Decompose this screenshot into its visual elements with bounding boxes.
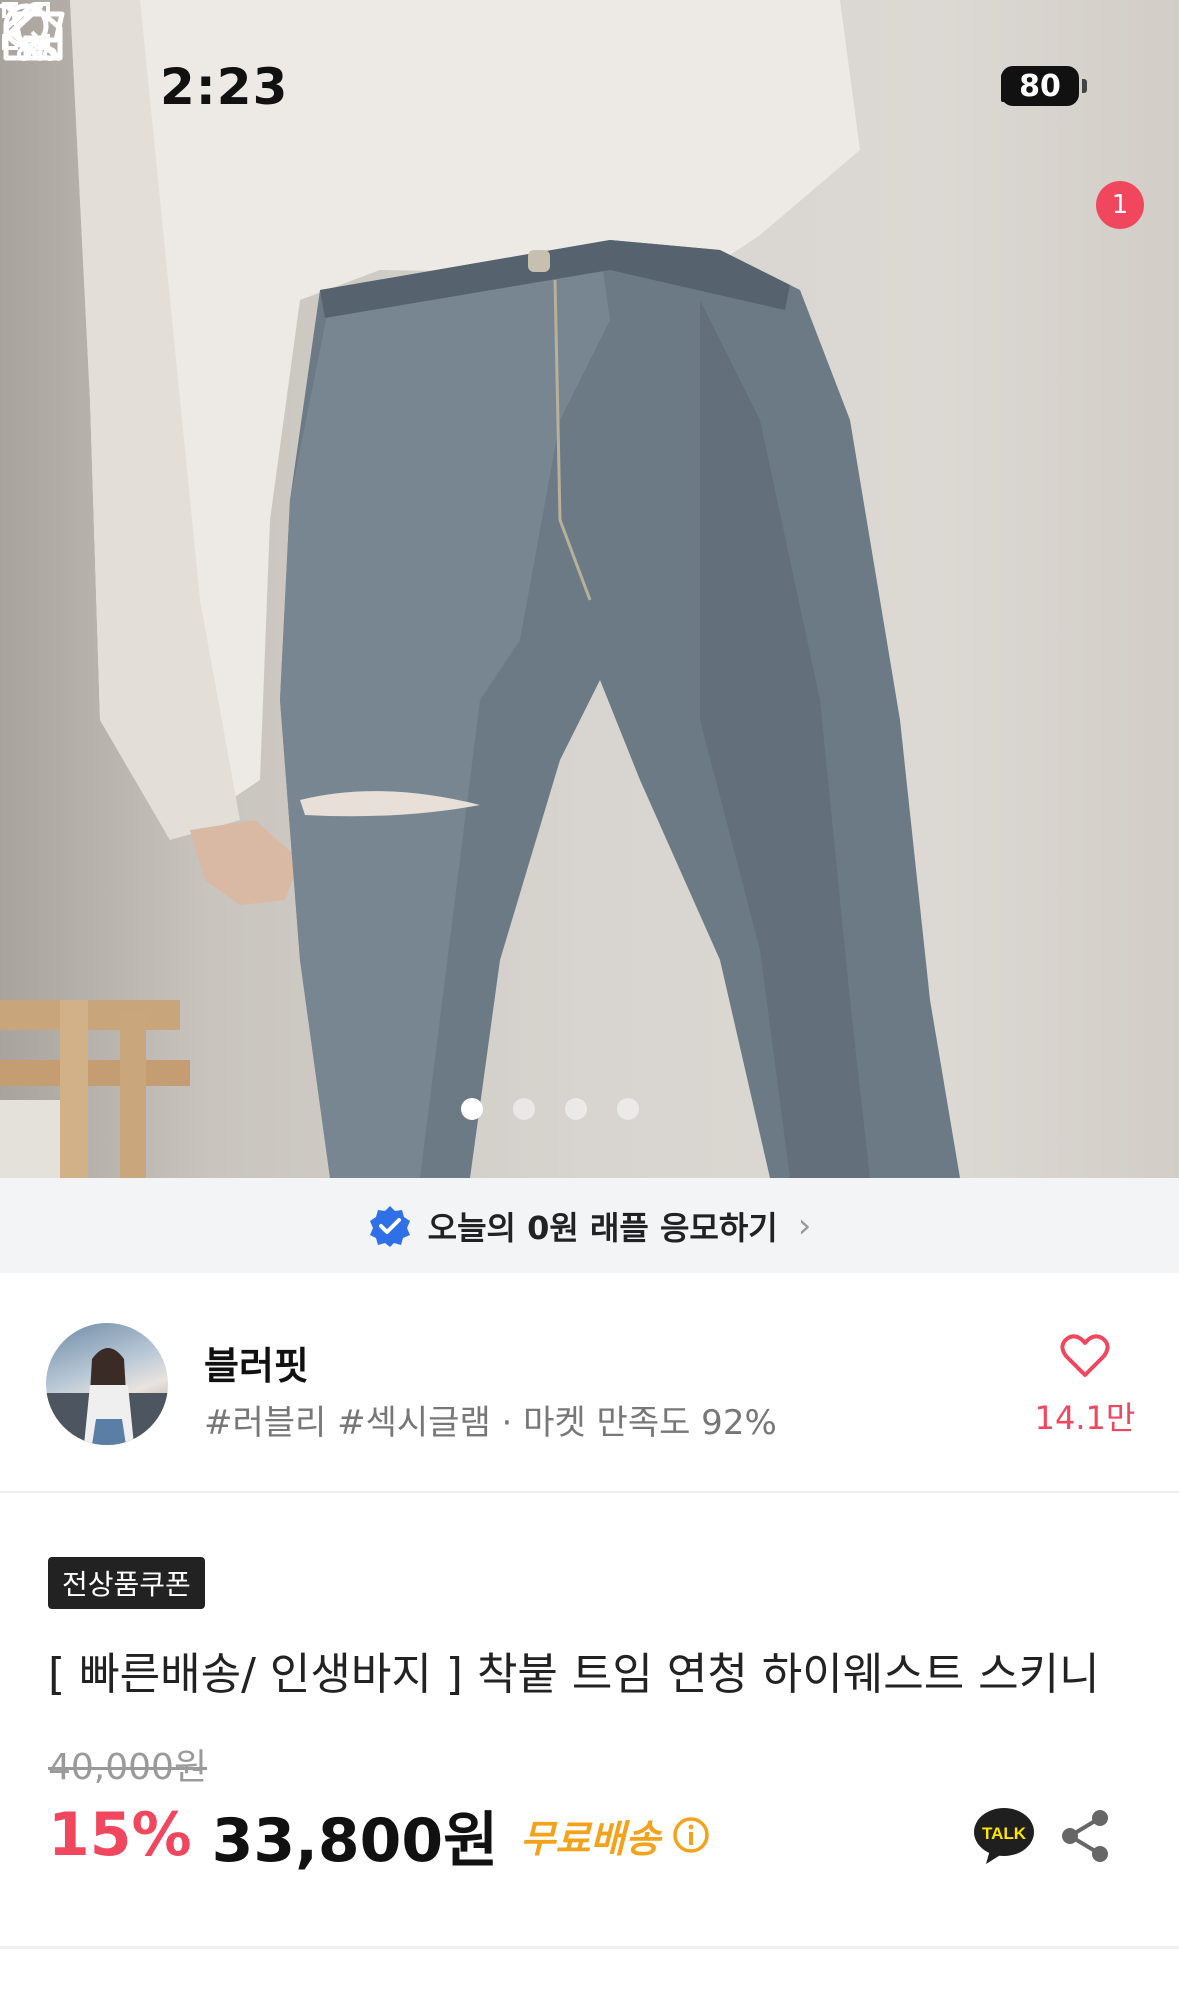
battery-indicator: 80 <box>1001 66 1087 106</box>
free-shipping-label: 무료배송 <box>520 1816 661 1861</box>
kakao-talk-label: TALK <box>982 1824 1027 1843</box>
heart-icon <box>1060 1334 1110 1377</box>
product-image-gallery[interactable]: 2:23 80 1 <box>0 0 1179 1178</box>
store-tags: #러블리 #섹시글램 · 마켓 만족도 92% <box>204 1403 777 1443</box>
product-photo <box>0 0 960 1178</box>
info-icon[interactable] <box>672 1816 710 1854</box>
raffle-text: 오늘의 0원 래플 응모하기 <box>427 1208 778 1247</box>
chevron-right-icon: › <box>797 1205 812 1246</box>
price-row: 15% 33,800원 무료배송 <box>48 1800 710 1876</box>
section-divider <box>0 1946 1179 1949</box>
gallery-pagination <box>0 1098 1179 1120</box>
cart-count-badge: 1 <box>1096 181 1144 229</box>
gallery-dot[interactable] <box>616 1098 639 1120</box>
discount-rate: 15% <box>48 1800 192 1870</box>
status-time: 2:23 <box>160 58 289 116</box>
share-icon[interactable] <box>1060 1808 1112 1864</box>
like-button[interactable]: 14.1만 <box>1030 1333 1140 1439</box>
gallery-dot-active[interactable] <box>460 1098 483 1120</box>
status-icons: 80 <box>1001 66 1087 106</box>
verified-check-icon <box>369 1205 410 1247</box>
like-count: 14.1만 <box>1034 1399 1136 1437</box>
kakao-talk-icon[interactable]: TALK <box>972 1806 1036 1866</box>
store-info[interactable]: 블러핏 #러블리 #섹시글램 · 마켓 만족도 92% 14.1만 <box>0 1273 1179 1493</box>
sale-price: 33,800원 <box>211 1805 499 1876</box>
gallery-dot[interactable] <box>512 1098 535 1120</box>
gallery-dot[interactable] <box>564 1098 587 1120</box>
raffle-banner[interactable]: 오늘의 0원 래플 응모하기 › <box>0 1178 1179 1273</box>
product-title: [ 빠른배송/ 인생바지 ] 착붙 트임 연청 하이웨스트 스키니 <box>48 1649 1100 1700</box>
original-price: 40,000원 <box>48 1747 208 1788</box>
expand-icon[interactable] <box>0 0 52 52</box>
coupon-badge: 전상품쿠폰 <box>48 1557 205 1609</box>
avatar-image <box>46 1348 168 1445</box>
store-name[interactable]: 블러핏 <box>204 1335 309 1390</box>
store-avatar[interactable] <box>46 1323 168 1445</box>
